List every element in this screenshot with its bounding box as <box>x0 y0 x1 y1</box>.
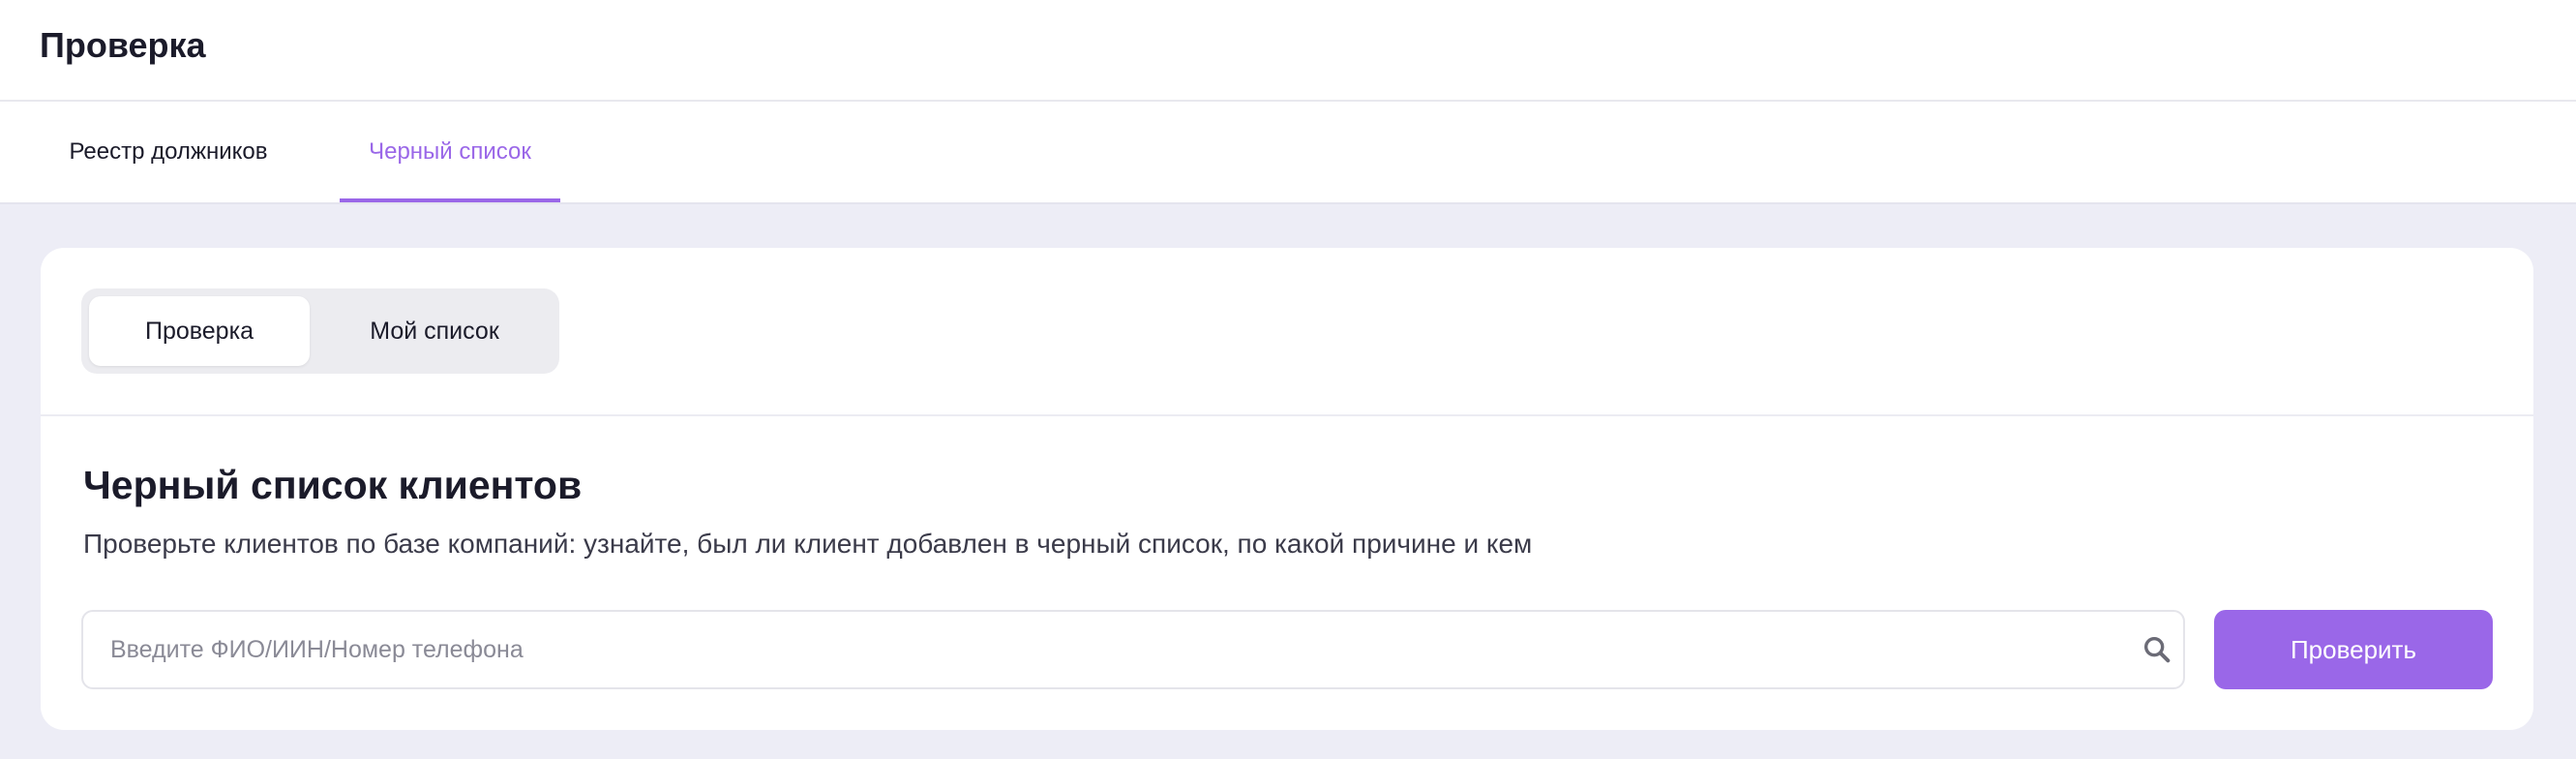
segment-my-list[interactable]: Мой список <box>319 296 550 366</box>
tabs-bar: Реестр должников Черный список <box>0 102 2576 204</box>
tab-blacklist[interactable]: Черный список <box>340 102 560 202</box>
section-title: Черный список клиентов <box>83 463 583 507</box>
search-field <box>81 610 2185 689</box>
search-icon[interactable] <box>2141 633 2173 666</box>
page-header: Проверка <box>0 0 2576 102</box>
blacklist-card: Проверка Мой список Черный список клиент… <box>41 248 2533 730</box>
page-title: Проверка <box>40 25 206 65</box>
tab-debtors-registry[interactable]: Реестр должников <box>39 102 298 202</box>
section-description: Проверьте клиентов по базе компаний: узн… <box>83 529 1533 559</box>
view-switcher: Проверка Мой список <box>81 288 559 374</box>
divider <box>41 414 2533 416</box>
search-input[interactable] <box>110 612 2084 687</box>
check-button[interactable]: Проверить <box>2214 610 2493 689</box>
segment-check[interactable]: Проверка <box>89 296 310 366</box>
